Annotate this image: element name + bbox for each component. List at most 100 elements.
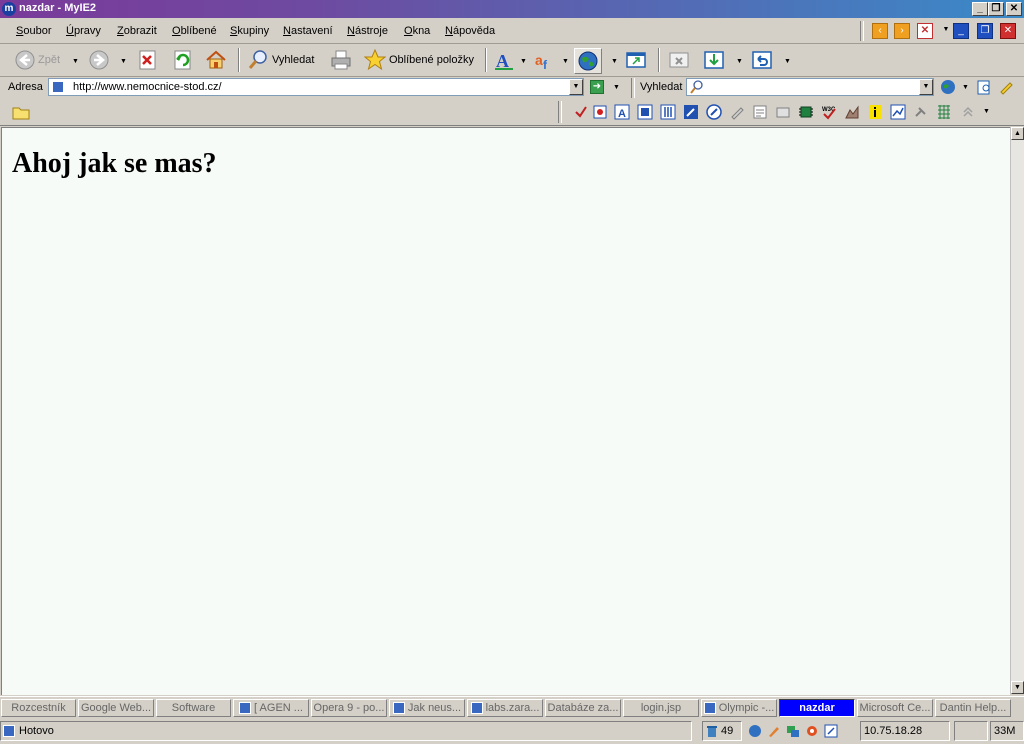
encoding-dropdown-icon[interactable]: ▼ [562,58,569,65]
plugin-bar: A W3C ▼ [0,100,1024,126]
tab-12[interactable]: Microsoft Ce... [857,699,933,717]
w3c-validate-icon[interactable]: W3C [821,104,837,120]
close-all-button[interactable] [668,48,690,72]
download-dropdown-icon[interactable]: ▼ [736,58,743,65]
tab-11[interactable]: nazdar [779,699,855,717]
image-tool-icon[interactable] [637,104,653,120]
menu-9[interactable]: Nápověda [445,25,495,37]
menu-accesskey: Z [117,25,124,37]
menu-4[interactable]: Oblíbené [172,25,217,37]
font-dropdown-icon[interactable]: ▼ [520,58,527,65]
search-engine-icon[interactable] [940,79,956,98]
close-tab-icon[interactable]: ✕ [917,23,933,39]
search-input[interactable]: ▼ [686,78,934,96]
prev-window-icon[interactable]: ‹ [872,23,888,39]
stop-button[interactable] [137,48,159,72]
menu-6[interactable]: Nastavení [283,25,333,37]
menu-5[interactable]: Skupiny [230,25,269,37]
chart-icon[interactable] [844,104,860,120]
grid-icon[interactable] [936,104,952,120]
checkmark-icon[interactable] [573,104,589,120]
menu-7[interactable]: Nástroje [347,25,388,37]
scroll-down-icon[interactable]: ▼ [1011,681,1024,694]
menu-8[interactable]: Okna [404,25,430,37]
columns-icon[interactable] [660,104,676,120]
back-dropdown-icon[interactable]: ▼ [72,58,79,65]
address-input[interactable]: http://www.nemocnice-stod.cz/ ▼ [48,78,584,96]
menu-3[interactable]: Zobrazit [117,25,157,37]
globe-dropdown-icon[interactable]: ▼ [611,58,618,65]
highlight-icon[interactable] [976,79,992,98]
link-icon[interactable] [913,104,929,120]
download-button[interactable] [703,48,725,72]
pen-icon[interactable] [998,79,1014,98]
new-window-button[interactable] [625,48,647,72]
tab-4[interactable]: [ AGEN ... [233,699,309,717]
encoding-button[interactable]: af [534,48,556,72]
record-icon[interactable] [592,104,608,120]
tab-menu-dropdown-icon[interactable]: ▼ [938,23,954,39]
forward-button[interactable] [88,48,110,72]
go-arrow-icon[interactable]: ➜ [590,80,604,94]
globe-button[interactable] [574,48,602,74]
minimize-button[interactable]: _ [972,2,988,16]
restore-button[interactable]: ❐ [988,2,1004,16]
folder-icon[interactable] [12,104,30,123]
home-button[interactable] [205,48,227,72]
chip-icon[interactable] [798,104,814,120]
go-dropdown-icon[interactable]: ▼ [613,84,620,91]
menu-1[interactable]: Soubor [16,25,51,37]
undo-close-button[interactable] [751,48,773,72]
undo-dropdown-icon[interactable]: ▼ [784,58,791,65]
tab-7[interactable]: labs.zara... [467,699,543,717]
mdi-restore-icon[interactable]: ❐ [977,23,993,39]
forward-dropdown-icon[interactable]: ▼ [120,58,127,65]
tray-brush-icon[interactable] [767,724,781,741]
pencil-gray-icon[interactable] [729,104,745,120]
tab-8[interactable]: Databáze za... [545,699,621,717]
mdi-close-icon[interactable]: ✕ [1000,23,1016,39]
tab-2[interactable]: Google Web... [78,699,154,717]
popup-count-panel[interactable]: 49 [702,721,742,741]
tray-gear-icon[interactable] [805,724,819,741]
search-button[interactable]: Vyhledat [247,48,314,72]
back-button[interactable]: Zpět [14,48,60,72]
tab-5[interactable]: Opera 9 - po... [311,699,387,717]
tray-network-icon[interactable] [786,724,800,741]
tab-1[interactable]: Rozcestník [1,699,76,717]
tab-13[interactable]: Dantin Help... [935,699,1011,717]
menu-2[interactable]: Úpravy [66,25,101,37]
engine-dropdown-icon[interactable]: ▼ [962,84,969,91]
tab-label: nazdar [799,702,835,714]
favorites-button[interactable]: Oblíbené položky [363,48,474,72]
print-button[interactable] [330,48,352,72]
home-icon [205,49,227,71]
pencil-blue-icon[interactable] [683,104,699,120]
menu-accesskey: O [172,25,181,37]
tray-edit-icon[interactable] [824,724,838,741]
tray-globe-icon[interactable] [748,724,762,741]
scroll-up-icon[interactable]: ▲ [1011,127,1024,140]
next-window-icon[interactable]: › [894,23,910,39]
address-dropdown-icon[interactable]: ▼ [569,79,583,95]
forward-arrow-icon [88,49,110,71]
text-tool-icon[interactable]: A [614,104,630,120]
tab-9[interactable]: login.jsp [623,699,699,717]
title-bar[interactable]: m nazdar - MyIE2 _ ❐ ✕ [0,0,1024,18]
search-dropdown-icon[interactable]: ▼ [919,79,933,95]
tab-3[interactable]: Software [156,699,231,717]
plugins-dropdown-icon[interactable]: ▼ [983,108,990,115]
close-button[interactable]: ✕ [1006,2,1022,16]
notepad-icon[interactable] [752,104,768,120]
compass-icon[interactable] [706,104,722,120]
mdi-minimize-icon[interactable]: _ [953,23,969,39]
tab-10[interactable]: Olympic -... [701,699,777,717]
tab-6[interactable]: Jak neus... [389,699,465,717]
font-size-button[interactable]: A [493,48,515,72]
gray-box-icon[interactable] [775,104,791,120]
graph-window-icon[interactable] [890,104,906,120]
chevron-up-icon[interactable] [960,104,976,120]
refresh-button[interactable] [172,48,194,72]
info-icon[interactable] [867,104,883,120]
vertical-scrollbar[interactable]: ▲ ▼ [1010,127,1024,694]
